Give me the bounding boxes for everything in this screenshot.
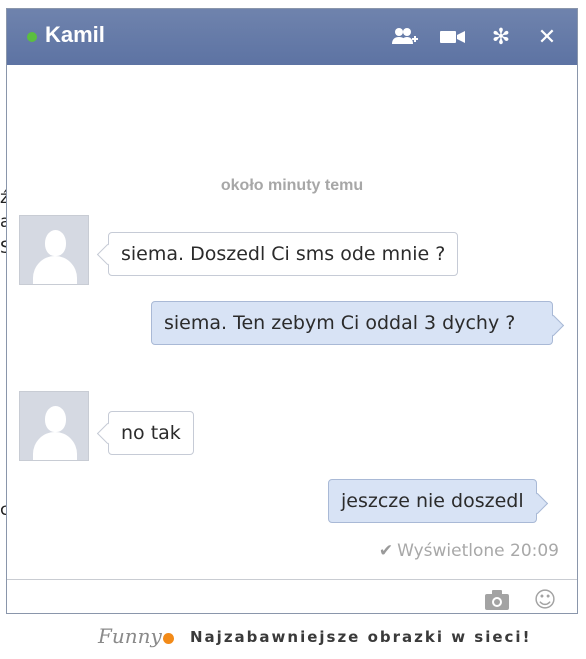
checkmark-icon: ✔ [378, 541, 394, 561]
add-friends-icon[interactable] [391, 23, 419, 51]
conversation-timestamp: około minuty temu [220, 177, 364, 194]
chat-window: Kamil ✻ ✕ około minuty temu siema. Dosze… [6, 8, 578, 614]
site-logo[interactable]: Funny [98, 624, 174, 648]
site-footer: Funny Najzabawniejsze obrazki w sieci! [0, 614, 586, 659]
seen-status-text: Wyświetlone 20:09 [397, 541, 559, 561]
close-icon[interactable]: ✕ [533, 23, 561, 51]
avatar[interactable] [19, 391, 89, 461]
message-composer: ☺ [7, 579, 577, 613]
message-list[interactable]: około minuty temu siema. Doszedl Ci sms … [7, 65, 577, 579]
outgoing-message: jeszcze nie doszedl [328, 479, 537, 523]
logo-dot-icon [162, 633, 174, 644]
avatar-silhouette [45, 406, 66, 432]
incoming-message: siema. Doszedl Ci sms ode mnie ? [108, 232, 459, 276]
camera-icon[interactable] [483, 586, 511, 613]
contact-name[interactable]: Kamil [45, 22, 105, 48]
online-status-icon [27, 32, 37, 42]
outgoing-message: siema. Ten zebym Ci oddal 3 dychy ? [151, 301, 553, 345]
incoming-message: no tak [108, 411, 194, 455]
gear-icon[interactable]: ✻ [487, 23, 515, 51]
screenshot-stage: ź a Si c Kamil ✻ ✕ około minuty temu sie… [0, 0, 586, 659]
chat-titlebar[interactable]: Kamil ✻ ✕ [7, 9, 577, 65]
message-input[interactable] [15, 584, 455, 612]
video-camera-icon[interactable] [439, 23, 467, 51]
avatar[interactable] [19, 215, 89, 285]
avatar-silhouette [45, 230, 66, 256]
emoji-icon[interactable]: ☺ [531, 586, 559, 613]
site-tagline: Najzabawniejsze obrazki w sieci! [190, 628, 532, 646]
seen-status: ✔ Wyświetlone 20:09 [379, 541, 559, 561]
